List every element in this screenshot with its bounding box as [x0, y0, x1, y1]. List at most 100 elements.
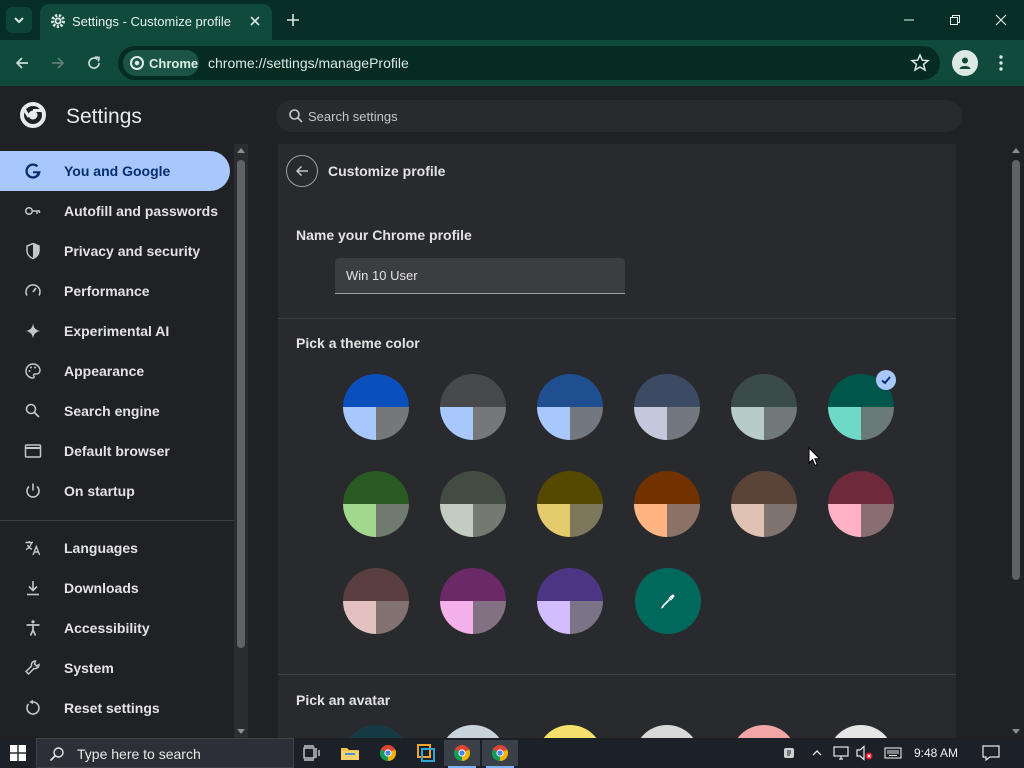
chrome-profile-window-button[interactable] [482, 740, 518, 768]
profile-button[interactable] [952, 50, 978, 76]
chrome-taskbar-button[interactable] [370, 740, 406, 766]
theme-color-swatch[interactable] [343, 374, 409, 440]
settings-search-input[interactable] [308, 106, 908, 126]
arrow-left-icon [15, 57, 28, 69]
tray-app-icon[interactable] [780, 744, 798, 762]
minimize-icon [904, 19, 914, 21]
swatch-segment [440, 471, 506, 504]
sidebar-item-you-and-google[interactable]: You and Google [0, 151, 230, 191]
theme-color-swatch[interactable] [634, 471, 700, 537]
back-arrow-button[interactable] [286, 155, 318, 187]
sidebar-item-languages[interactable]: Languages [0, 528, 230, 568]
scrollbar-thumb[interactable] [237, 160, 245, 648]
tab-close-button[interactable] [246, 12, 264, 30]
site-chip-label: Chrome [149, 55, 199, 71]
action-center-button[interactable] [982, 744, 1000, 762]
star-icon[interactable] [910, 53, 930, 73]
sidebar-item-autofill[interactable]: Autofill and passwords [0, 191, 230, 231]
custom-color-button[interactable] [635, 568, 701, 634]
task-view-button[interactable] [294, 740, 330, 766]
mouse-cursor-icon [808, 447, 821, 467]
theme-color-swatch[interactable] [537, 374, 603, 440]
theme-color-swatch[interactable] [731, 374, 797, 440]
sidebar-item-on-startup[interactable]: On startup [0, 471, 230, 511]
scroll-down-arrow-icon[interactable] [237, 729, 245, 734]
tab-title: Settings - Customize profile [72, 14, 231, 29]
theme-color-swatch[interactable] [731, 471, 797, 537]
sidebar-item-downloads[interactable]: Downloads [0, 568, 230, 608]
taskbar-search-box[interactable]: Type here to search [36, 738, 294, 768]
sidebar-item-accessibility[interactable]: Accessibility [0, 608, 230, 648]
eyedropper-icon [660, 594, 675, 609]
sidebar-scrollbar[interactable] [234, 144, 248, 738]
tab-search-button[interactable] [6, 7, 32, 33]
theme-color-swatch[interactable] [634, 374, 700, 440]
forward-button[interactable] [44, 49, 72, 77]
reset-icon [26, 699, 40, 715]
search-icon [289, 109, 303, 123]
profile-name-field[interactable] [335, 258, 625, 294]
close-window-button[interactable] [985, 6, 1017, 34]
taskbar-clock[interactable]: 9:48 AM [914, 746, 958, 760]
swatch-segment [343, 504, 376, 537]
avatar-option[interactable] [343, 725, 409, 738]
swatch-segment [570, 504, 603, 537]
avatar-option[interactable] [828, 725, 894, 738]
theme-color-swatch[interactable] [537, 568, 603, 634]
sparkle-icon [25, 323, 41, 339]
settings-search[interactable] [276, 100, 962, 132]
sidebar-item-reset-settings[interactable]: Reset settings [0, 688, 230, 728]
chrome-menu-button[interactable] [990, 52, 1012, 74]
scroll-down-arrow-icon[interactable] [1012, 729, 1020, 734]
network-button[interactable] [832, 744, 850, 762]
theme-color-swatch[interactable] [440, 471, 506, 537]
avatar-option[interactable] [731, 725, 797, 738]
show-hidden-icons-button[interactable] [808, 744, 826, 762]
active-tab[interactable]: Settings - Customize profile [40, 4, 272, 40]
sidebar-item-search-engine[interactable]: Search engine [0, 391, 230, 431]
chrome-logo-icon [453, 745, 471, 761]
sidebar-item-privacy[interactable]: Privacy and security [0, 231, 230, 271]
theme-color-swatch[interactable] [343, 568, 409, 634]
swatch-segment [537, 407, 570, 440]
site-info-chip[interactable]: Chrome [123, 50, 199, 76]
sidebar-item-system[interactable]: System [0, 648, 230, 688]
theme-color-swatch[interactable] [343, 471, 409, 537]
theme-color-swatch[interactable] [537, 471, 603, 537]
speedometer-icon [25, 284, 41, 296]
swatch-segment [828, 471, 894, 504]
restore-button[interactable] [939, 6, 971, 34]
avatar-option[interactable] [440, 725, 506, 738]
address-bar[interactable]: Chrome chrome://settings/manageProfile [118, 46, 940, 80]
taskbar-search-placeholder: Type here to search [77, 746, 201, 762]
start-button[interactable] [0, 738, 36, 768]
keyboard-button[interactable] [884, 744, 902, 762]
sidebar-item-experimental-ai[interactable]: Experimental AI [0, 311, 230, 351]
theme-color-swatch[interactable] [828, 471, 894, 537]
file-explorer-button[interactable] [332, 740, 368, 766]
scroll-up-arrow-icon[interactable] [1012, 148, 1020, 153]
swatch-segment [731, 504, 764, 537]
chrome-window-button[interactable] [444, 740, 480, 768]
sidebar-item-appearance[interactable]: Appearance [0, 351, 230, 391]
app-taskbar-button[interactable] [408, 740, 444, 766]
profile-name-input[interactable] [335, 258, 625, 293]
swatch-segment [473, 504, 506, 537]
reload-button[interactable] [80, 49, 108, 77]
back-button[interactable] [8, 49, 36, 77]
volume-button[interactable] [856, 744, 874, 762]
main-scrollbar[interactable] [1008, 144, 1024, 738]
sidebar-item-performance[interactable]: Performance [0, 271, 230, 311]
avatar-option[interactable] [634, 725, 700, 738]
theme-color-swatch[interactable] [440, 374, 506, 440]
swatch-segment [667, 407, 700, 440]
scrollbar-thumb[interactable] [1012, 160, 1020, 580]
theme-color-swatch[interactable] [440, 568, 506, 634]
sidebar-item-label: Default browser [64, 443, 170, 459]
sidebar-item-default-browser[interactable]: Default browser [0, 431, 230, 471]
avatar-option[interactable] [537, 725, 603, 738]
minimize-button[interactable] [893, 6, 925, 34]
new-tab-button[interactable] [282, 9, 304, 31]
swatch-segment [764, 407, 797, 440]
scroll-up-arrow-icon[interactable] [237, 148, 245, 153]
